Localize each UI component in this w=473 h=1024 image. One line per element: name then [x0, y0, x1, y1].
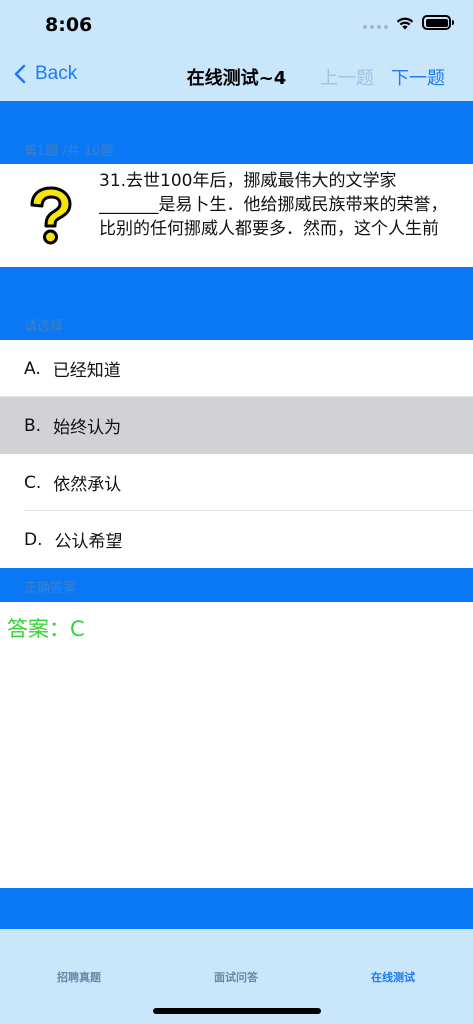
option-a[interactable]: A. 已经知道	[0, 340, 473, 397]
question-section-header: 第1题 /共 10题	[0, 101, 473, 164]
question-card: 31.去世100年后，挪威最伟大的文学家_______是易卜生．他给挪威民族带来…	[0, 164, 473, 267]
option-letter: A.	[24, 358, 41, 379]
question-text: 31.去世100年后，挪威最伟大的文学家_______是易卜生．他给挪威民族带来…	[99, 171, 448, 239]
option-text: 依然承认	[53, 475, 122, 495]
previous-question-button[interactable]: 上一题	[320, 64, 374, 90]
status-time: 8:06	[45, 14, 93, 36]
options-section-header: 请选择	[0, 267, 473, 340]
option-letter: B.	[24, 415, 42, 436]
tab-recruitment-questions[interactable]: 招聘真题	[39, 969, 119, 985]
question-mark-icon	[30, 186, 72, 245]
option-letter: D.	[24, 529, 43, 550]
status-icons	[363, 15, 454, 30]
option-letter: C.	[24, 472, 42, 493]
wifi-icon	[396, 17, 414, 29]
option-d[interactable]: D. 公认希望	[0, 511, 473, 568]
cellular-signal-icon	[363, 17, 388, 29]
home-indicator	[153, 1008, 321, 1014]
answer-header-label: 正确答案	[24, 581, 77, 596]
option-text: 始终认为	[53, 418, 122, 438]
question-counter: 第1题 /共 10题	[24, 144, 114, 159]
tab-online-test[interactable]: 在线测试	[353, 969, 433, 985]
battery-icon	[422, 15, 454, 30]
answer-section-header: 正确答案	[0, 568, 473, 602]
correct-answer: 答案：C	[7, 617, 85, 641]
tab-interview-qa[interactable]: 面试问答	[196, 969, 276, 985]
option-b[interactable]: B. 始终认为	[0, 397, 473, 454]
options-header-label: 请选择	[24, 319, 64, 334]
option-c[interactable]: C. 依然承认	[0, 454, 473, 511]
navigation-header: 8:06 Back 在线测试~4 上一题 下一题	[0, 0, 473, 101]
bottom-band	[0, 888, 473, 929]
next-question-button[interactable]: 下一题	[391, 64, 445, 90]
option-text: 公认希望	[54, 532, 123, 552]
option-text: 已经知道	[52, 361, 121, 381]
